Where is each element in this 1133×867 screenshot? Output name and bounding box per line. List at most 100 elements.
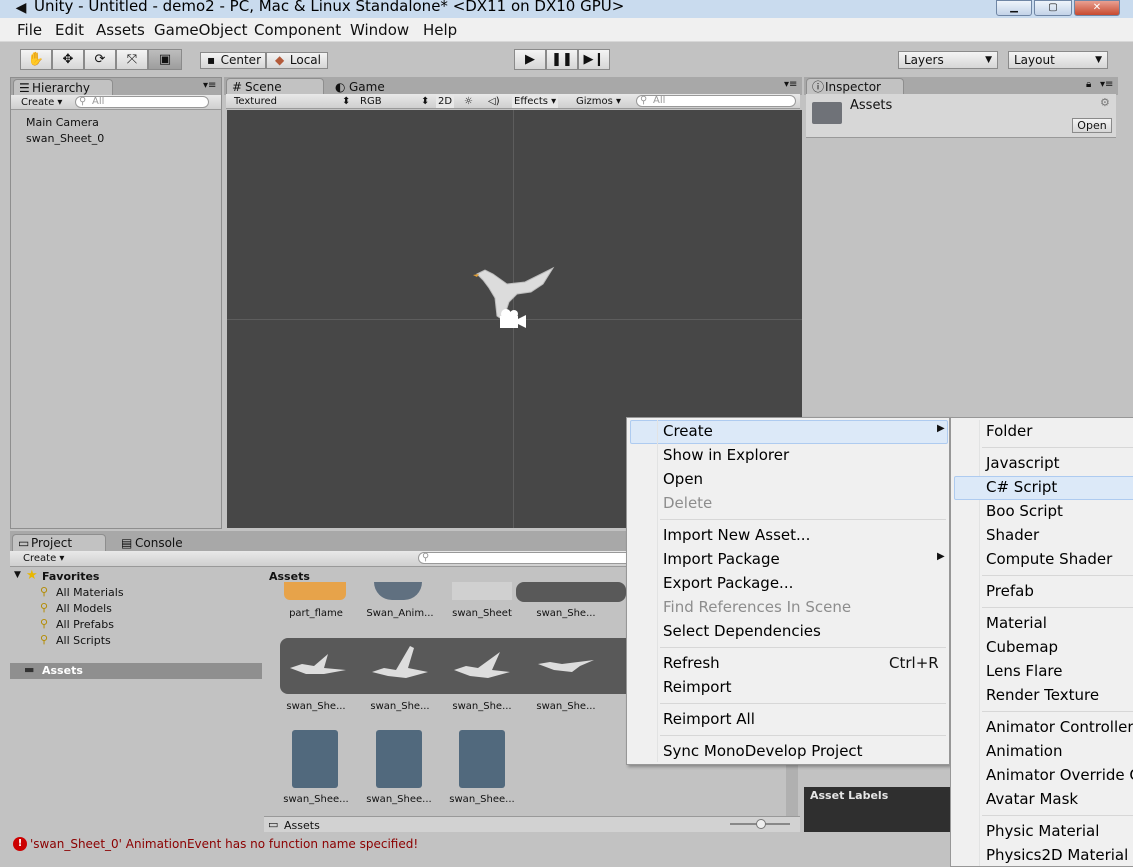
submenu-boo-script[interactable]: Boo Script	[986, 500, 1063, 522]
tab-inspector[interactable]: ⓘ Inspector	[806, 78, 904, 95]
menu-component[interactable]: Component	[254, 21, 341, 39]
submenu-lens-flare[interactable]: Lens Flare	[986, 660, 1062, 682]
submenu-shader[interactable]: Shader	[986, 524, 1039, 546]
swan-frame-thumbnail[interactable]	[452, 648, 516, 684]
menu-file[interactable]: File	[17, 21, 42, 39]
gear-icon[interactable]: ⚙	[1100, 96, 1110, 109]
close-icon[interactable]: ✕	[1074, 0, 1120, 16]
submenu-cubemap[interactable]: Cubemap	[986, 636, 1058, 658]
hand-tool-icon[interactable]: ✋	[20, 49, 52, 70]
scene-search-input[interactable]: ⚲ All	[636, 95, 796, 107]
menu-item-import-package[interactable]: Import Package	[663, 548, 780, 570]
menu-item-open[interactable]: Open	[663, 468, 703, 490]
submenu-animation[interactable]: Animation	[986, 740, 1062, 762]
hierarchy-search-input[interactable]: ⚲ All	[75, 96, 209, 108]
asset-swan-sheet-2[interactable]: swan_She...	[276, 701, 356, 712]
favorite-all-materials[interactable]: All Materials	[56, 586, 124, 599]
scale-tool-icon[interactable]: ⤧	[116, 49, 148, 70]
pivot-center-button[interactable]: ▪ Center	[200, 52, 266, 69]
swan-frame-thumbnail[interactable]	[370, 644, 434, 686]
submenu-prefab[interactable]: Prefab	[986, 580, 1034, 602]
favorite-all-prefabs[interactable]: All Prefabs	[56, 618, 114, 631]
asset-swan-sheet-5[interactable]: swan_She...	[526, 701, 606, 712]
gizmos-dropdown[interactable]: Gizmos ▾	[576, 95, 621, 108]
menu-item-select-dependencies[interactable]: Select Dependencies	[663, 620, 821, 642]
pause-button[interactable]: ❚❚	[546, 49, 578, 70]
panel-menu-icon[interactable]: ▾≡	[784, 79, 797, 90]
sun-icon[interactable]: ☼	[464, 95, 473, 108]
minimize-icon[interactable]: ▁	[996, 0, 1032, 16]
menu-item-refresh[interactable]: Refresh	[663, 652, 720, 674]
play-button[interactable]: ▶	[514, 49, 546, 70]
animator-controller-icon[interactable]	[292, 730, 338, 788]
menu-item-import-new-asset[interactable]: Import New Asset...	[663, 524, 810, 546]
menu-item-sync-monodevelop[interactable]: Sync MonoDevelop Project	[663, 740, 863, 762]
favorite-all-models[interactable]: All Models	[56, 602, 112, 615]
tab-project[interactable]: ▭ Project	[12, 534, 106, 551]
asset-swan-controller-2[interactable]: swan_Shee...	[359, 794, 439, 805]
render-mode-dropdown[interactable]: RGB	[360, 95, 382, 108]
submenu-material[interactable]: Material	[986, 612, 1047, 634]
submenu-javascript[interactable]: Javascript	[986, 452, 1059, 474]
submenu-animator-controller[interactable]: Animator Controller	[986, 716, 1133, 738]
menu-item-create[interactable]: Create	[663, 420, 713, 442]
submenu-animator-override[interactable]: Animator Override Co	[986, 764, 1133, 786]
panel-menu-icon[interactable]: ▾≡	[1100, 79, 1113, 90]
project-search-input[interactable]: ⚲	[418, 552, 638, 564]
lock-icon[interactable]: 🔒︎	[1086, 79, 1091, 90]
swan-frame-thumbnail[interactable]	[536, 652, 600, 680]
layers-dropdown[interactable]: Layers ▼	[898, 51, 998, 69]
asset-swan-sheet-1[interactable]: swan_She...	[526, 608, 606, 619]
asset-swan-controller-3[interactable]: swan_Shee...	[442, 794, 522, 805]
animation-thumbnail[interactable]	[374, 582, 422, 600]
submenu-folder[interactable]: Folder	[986, 420, 1032, 442]
menu-gameobject[interactable]: GameObject	[154, 21, 248, 39]
submenu-csharp-script[interactable]: C# Script	[986, 476, 1057, 498]
flame-thumbnail[interactable]	[284, 582, 346, 600]
step-button[interactable]: ▶❙	[578, 49, 610, 70]
move-tool-icon[interactable]: ✥	[52, 49, 84, 70]
rotate-tool-icon[interactable]: ⟳	[84, 49, 116, 70]
submenu-compute-shader[interactable]: Compute Shader	[986, 548, 1112, 570]
shading-dropdown[interactable]: Textured	[234, 95, 277, 108]
submenu-avatar-mask[interactable]: Avatar Mask	[986, 788, 1078, 810]
asset-swan-sheet-4[interactable]: swan_She...	[442, 701, 522, 712]
audio-icon[interactable]: ◁)	[488, 95, 500, 108]
menu-help[interactable]: Help	[423, 21, 457, 39]
effects-dropdown[interactable]: Effects ▾	[512, 95, 559, 108]
layout-dropdown[interactable]: Layout ▼	[1008, 51, 1108, 69]
tab-scene[interactable]: # Scene	[226, 78, 324, 95]
inspector-open-button[interactable]: Open	[1072, 118, 1112, 133]
asset-swan-controller-1[interactable]: swan_Shee...	[276, 794, 356, 805]
menu-item-show-in-explorer[interactable]: Show in Explorer	[663, 444, 789, 466]
submenu-render-texture[interactable]: Render Texture	[986, 684, 1099, 706]
hierarchy-item-main-camera[interactable]: Main Camera	[26, 116, 99, 129]
hierarchy-create-dropdown[interactable]: Create ▾	[21, 96, 62, 109]
sheet-thumbnail[interactable]	[452, 582, 512, 600]
asset-part-flame[interactable]: part_flame	[276, 608, 356, 619]
rect-tool-icon[interactable]: ▣	[148, 49, 182, 70]
menu-assets[interactable]: Assets	[96, 21, 145, 39]
panel-menu-icon[interactable]: ▾≡	[203, 80, 216, 91]
tab-hierarchy[interactable]: ☰ Hierarchy	[13, 79, 113, 96]
asset-swan-sheet-3[interactable]: swan_She...	[360, 701, 440, 712]
project-create-dropdown[interactable]: Create ▾	[23, 552, 64, 565]
swan-frame-thumbnail[interactable]	[288, 648, 352, 684]
menu-item-reimport-all[interactable]: Reimport All	[663, 708, 755, 730]
space-local-button[interactable]: ◆ Local	[266, 52, 328, 69]
submenu-physics2d-material[interactable]: Physics2D Material	[986, 844, 1128, 866]
favorite-all-scripts[interactable]: All Scripts	[56, 634, 111, 647]
animator-controller-icon[interactable]	[459, 730, 505, 788]
tab-game[interactable]: ◐ Game	[330, 78, 410, 95]
asset-swan-anim[interactable]: Swan_Anim...	[360, 608, 440, 619]
hierarchy-item-swan-sheet[interactable]: swan_Sheet_0	[26, 132, 104, 145]
tab-console[interactable]: ▤ Console	[116, 534, 196, 551]
menu-window[interactable]: Window	[350, 21, 409, 39]
menu-edit[interactable]: Edit	[55, 21, 84, 39]
status-bar[interactable]: ! 'swan_Sheet_0' AnimationEvent has no f…	[10, 834, 950, 854]
asset-swan-sheet[interactable]: swan_Sheet	[442, 608, 522, 619]
zoom-slider-thumb[interactable]	[756, 819, 766, 829]
favorites-label[interactable]: Favorites	[42, 570, 99, 583]
chevron-down-icon[interactable]: ▼	[14, 570, 21, 580]
menu-item-reimport[interactable]: Reimport	[663, 676, 732, 698]
